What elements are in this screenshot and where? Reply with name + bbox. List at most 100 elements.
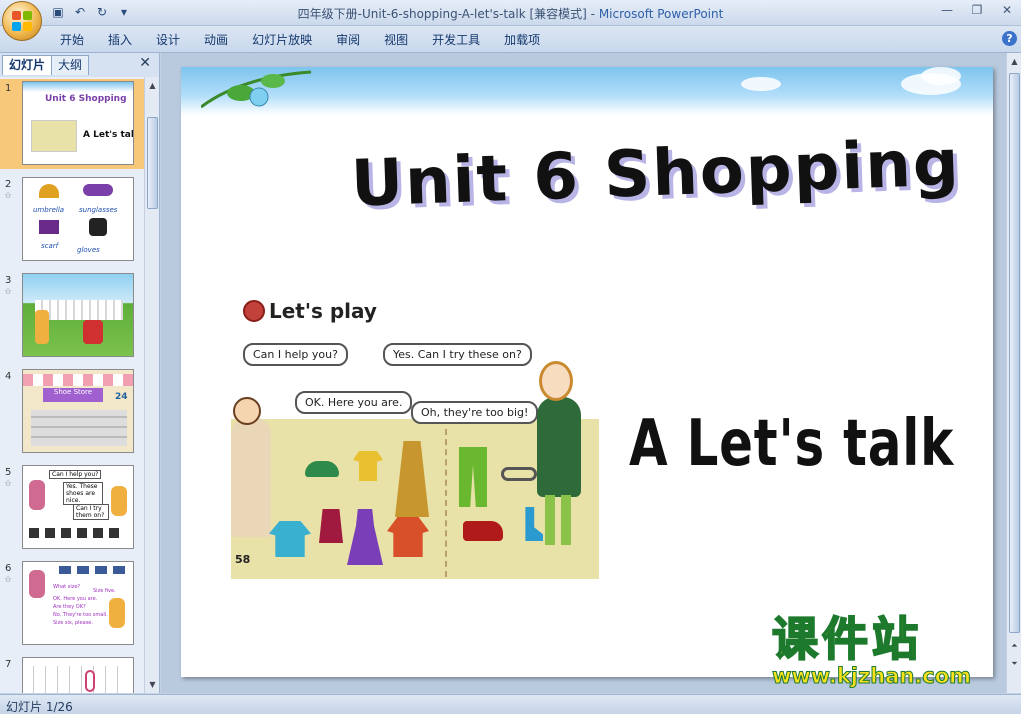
- slide-thumbnail-6[interactable]: 6 ☆ What size? Size five. OK. Here you a…: [0, 559, 144, 649]
- slide-thumbnail-5[interactable]: 5 ☆ Can I help you? Yes. These shoes are…: [0, 463, 144, 553]
- ribbon-tab[interactable]: 设计: [144, 31, 192, 49]
- scroll-up-icon[interactable]: ▲: [146, 79, 159, 92]
- thumb-word: gloves: [77, 246, 100, 254]
- scroll-up-icon[interactable]: ▲: [1008, 55, 1021, 68]
- slide-editing-area: Unit 6 Shopping Let's play Can I help yo…: [161, 53, 1021, 693]
- watermark-cn: 课件站: [771, 612, 922, 666]
- sky-banner: [181, 67, 993, 115]
- slide-title[interactable]: Unit 6 Shopping: [350, 126, 962, 221]
- speech-bubble: Yes. Can I try these on?: [383, 343, 532, 366]
- thumb-bubble: Can I try them on?: [73, 504, 109, 520]
- slide-number: 7: [5, 659, 12, 670]
- ribbon-tab[interactable]: 开始: [48, 31, 96, 49]
- vine-decoration: [201, 70, 312, 109]
- previous-slide-icon[interactable]: ⏶: [1008, 639, 1021, 652]
- watermark-logo: 课件站 www.kjzhan.com: [771, 612, 1002, 692]
- thumb-title: Unit 6 Shopping: [45, 94, 127, 104]
- window-title: 四年级下册-Unit-6-shopping-A-let's-talk [兼容模式…: [0, 5, 1021, 22]
- window-controls: — ❐ ✕: [939, 2, 1015, 18]
- title-bar: ▣ ↶ ↻ ▾ 四年级下册-Unit-6-shopping-A-let's-ta…: [0, 0, 1021, 26]
- thumb-number-tag: 24: [115, 392, 128, 402]
- dashed-divider: [445, 429, 447, 577]
- skirt-item: [319, 509, 343, 543]
- shopkeeper-figure: [231, 417, 271, 537]
- ribbon-tab[interactable]: 幻灯片放映: [240, 31, 324, 49]
- slide-number: 4: [5, 371, 12, 382]
- close-icon[interactable]: ✕: [139, 55, 151, 71]
- shopkeeper-head: [233, 397, 261, 425]
- slide-number: 6: [5, 563, 12, 574]
- speech-bubble: Oh, they're too big!: [411, 401, 539, 424]
- slide-thumbnail-2[interactable]: 2 ☆ umbrella sunglasses scarf gloves: [0, 175, 144, 265]
- girl-head: [539, 361, 573, 401]
- maximize-icon[interactable]: ❐: [969, 2, 985, 18]
- animation-star-icon: ☆: [4, 575, 13, 585]
- basket-icon: [243, 300, 265, 322]
- thumb-line: Size six, please.: [53, 620, 93, 626]
- current-slide[interactable]: Unit 6 Shopping Let's play Can I help yo…: [181, 67, 993, 677]
- thumb-line: No. They're too small.: [53, 612, 108, 618]
- thumb-bubble: Yes. These shoes are nice.: [63, 482, 103, 505]
- ribbon-tab[interactable]: 动画: [192, 31, 240, 49]
- next-slide-icon[interactable]: ⏷: [1008, 657, 1021, 670]
- office-logo-icon: [12, 11, 32, 31]
- hat-item: [305, 461, 339, 477]
- ribbon-tab[interactable]: 视图: [372, 31, 420, 49]
- slide-thumbnail-4[interactable]: 4 Shoe Store 24: [0, 367, 144, 457]
- slide-counter: 幻灯片 1/26: [6, 700, 73, 714]
- shoes-item: [463, 521, 503, 541]
- thumb-word: sunglasses: [79, 206, 118, 214]
- slide-number: 1: [5, 83, 12, 94]
- page-number: 58: [235, 553, 251, 566]
- slide-preview: Unit 6 Shopping A Let's talk: [22, 81, 134, 165]
- slide-thumbnail-7[interactable]: 7: [0, 655, 144, 693]
- status-bar: 幻灯片 1/26: [0, 694, 1021, 714]
- slide-preview: What size? Size five. OK. Here you are. …: [22, 561, 134, 645]
- slide-preview: [22, 273, 134, 357]
- ribbon-tab[interactable]: 加载项: [492, 31, 552, 49]
- girl-figure: [537, 397, 581, 497]
- tab-slides[interactable]: 幻灯片: [2, 55, 53, 75]
- speech-bubble: OK. Here you are.: [295, 391, 413, 414]
- thumb-line: Are they OK?: [53, 604, 86, 610]
- thumb-line: Size five.: [93, 588, 116, 594]
- scroll-thumb[interactable]: [1009, 73, 1020, 633]
- minimize-icon[interactable]: —: [939, 2, 955, 18]
- ribbon-tab[interactable]: 审阅: [324, 31, 372, 49]
- glasses-item: [501, 467, 537, 481]
- thumbnails-scrollbar[interactable]: ▲ ▼: [144, 77, 159, 693]
- thumb-word: umbrella: [33, 206, 65, 214]
- close-icon[interactable]: ✕: [999, 2, 1015, 18]
- thumb-line: What size?: [53, 584, 81, 590]
- office-button[interactable]: [2, 1, 42, 41]
- animation-star-icon: ☆: [4, 191, 13, 201]
- slide-number: 3: [5, 275, 12, 286]
- thumb-caption: A Let's talk: [83, 130, 134, 140]
- slide-number: 5: [5, 467, 12, 478]
- girl-leg: [545, 495, 555, 545]
- slide-thumbnail-3[interactable]: 3 ☆: [0, 271, 144, 361]
- girl-leg: [561, 495, 571, 545]
- ribbon-tab[interactable]: 开发工具: [420, 31, 492, 49]
- slide-preview: Can I help you? Yes. These shoes are nic…: [22, 465, 134, 549]
- slide-thumbnails: 1 Unit 6 Shopping A Let's talk 2 ☆ umbre…: [0, 77, 144, 693]
- animation-star-icon: ☆: [4, 287, 13, 297]
- lets-play-heading: Let's play: [243, 299, 377, 323]
- lets-play-illustration: Let's play Can I help you? Yes. Can I tr…: [231, 297, 599, 579]
- slide-subtitle[interactable]: A Let's talk: [629, 407, 954, 481]
- pane-tabs: 幻灯片 大纲: [2, 55, 90, 75]
- slide-thumbnail-1[interactable]: 1 Unit 6 Shopping A Let's talk: [0, 79, 144, 169]
- lets-play-label: Let's play: [269, 299, 377, 323]
- scroll-down-icon[interactable]: ▼: [146, 678, 159, 691]
- thumb-bubble: Can I help you?: [49, 470, 102, 479]
- scroll-thumb[interactable]: [147, 117, 158, 209]
- document-title: 四年级下册-Unit-6-shopping-A-let's-talk [兼容模式…: [297, 7, 599, 21]
- ribbon-tab[interactable]: 插入: [96, 31, 144, 49]
- ribbon: 开始 插入 设计 动画 幻灯片放映 审阅 视图 开发工具 加载项 ?: [0, 26, 1021, 53]
- thumb-line: OK. Here you are.: [53, 596, 98, 602]
- editor-scrollbar[interactable]: ▲ ⏶ ⏷: [1006, 53, 1021, 693]
- help-icon[interactable]: ?: [1002, 31, 1017, 46]
- speech-bubble: Can I help you?: [243, 343, 348, 366]
- animation-star-icon: ☆: [4, 479, 13, 489]
- tab-outline[interactable]: 大纲: [51, 55, 90, 75]
